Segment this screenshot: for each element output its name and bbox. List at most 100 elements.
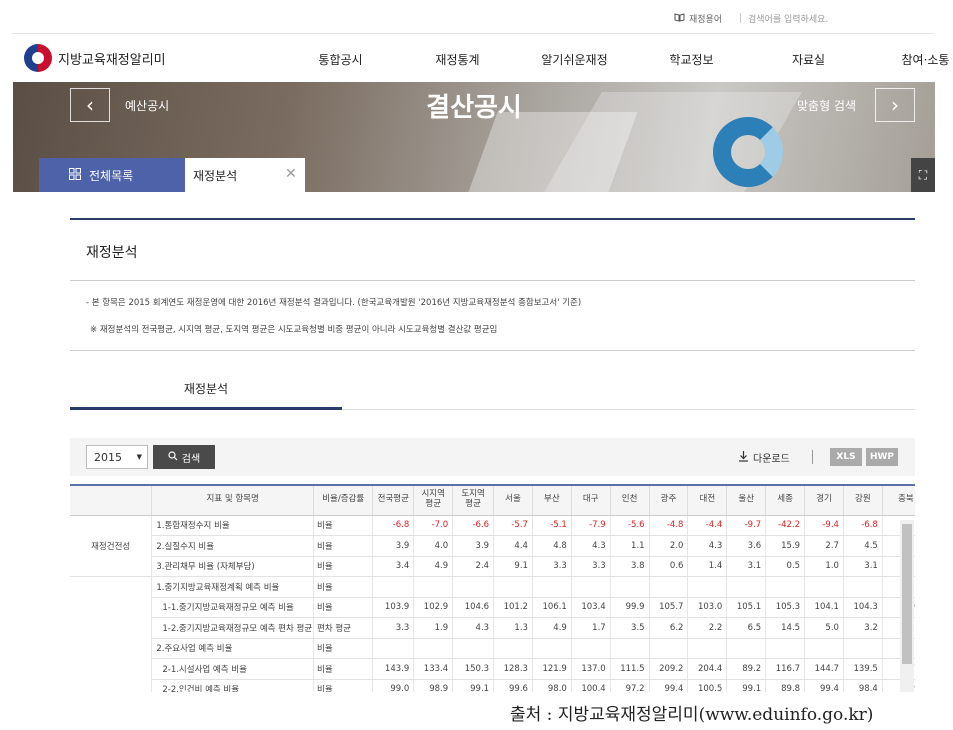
value-cell: -6.8 [843, 515, 883, 536]
value-cell [413, 638, 454, 659]
value-cell [649, 638, 689, 659]
value-cell: 99.6 [493, 679, 533, 692]
scrollbar-thumb[interactable] [902, 524, 912, 664]
menu-item-statistics[interactable]: 재정통계 [399, 51, 516, 68]
banner-decoration [468, 112, 638, 192]
value-cell: 4.3 [571, 535, 611, 557]
hero-banner: ‹ 예산공시 결산공시 맞춤형 검색 › 전체목록 재정분석 ✕ ⛶ [13, 82, 935, 192]
value-cell: 1.4 [687, 556, 728, 577]
value-cell [804, 638, 844, 659]
menu-item-school-info[interactable]: 학교정보 [633, 51, 750, 68]
value-cell: 14.5 [765, 617, 806, 639]
value-cell [571, 638, 611, 659]
value-cell: 3.2 [843, 617, 883, 639]
value-cell [687, 638, 728, 659]
value-cell: 106.1 [532, 597, 572, 618]
all-menu-tab[interactable]: 전체목록 [39, 158, 185, 192]
table-header-row: 지표 및 항목명 비율/증감률 전국평균 시지역 평균 도지역 평균 서울 부산 대구 인천 광주… [70, 486, 915, 516]
section-title: 재정분석 [86, 245, 138, 261]
unit-cell: 비율 [313, 576, 374, 598]
next-page-label[interactable]: 맞춤형 검색 [797, 97, 856, 114]
dictionary-link[interactable]: 재정용어 [674, 12, 722, 25]
value-cell: 2.7 [804, 535, 844, 557]
unit-cell: 비율 [313, 679, 374, 692]
value-cell: 105.7 [649, 597, 689, 618]
table-toolbar: 2015 ▼ 검색 다운로드 XLS HWP [70, 438, 915, 476]
value-cell: 3.1 [843, 556, 883, 577]
value-cell: 99.0 [372, 679, 415, 692]
table-row: 1.중기지방교육재정계획 예측 비율 비율 [70, 576, 915, 692]
value-cell: 4.8 [532, 535, 572, 557]
download-button[interactable]: 다운로드 [738, 450, 790, 465]
close-icon[interactable]: ✕ [285, 166, 297, 182]
book-icon [674, 12, 685, 25]
column-header: 세종 [765, 486, 806, 516]
menu-item-participation[interactable]: 참여·소통 [867, 51, 953, 68]
site-logo[interactable]: 지방교육재정알리미 [24, 44, 166, 72]
value-cell [372, 576, 415, 598]
notice-text: ※ 재정분석의 전국평균, 시지역 평균, 도지역 평균은 시도교육청별 비중 … [90, 325, 498, 335]
main-menu: 통합공시 재정통계 알기쉬운재정 학교정보 자료실 참여·소통 [282, 51, 953, 68]
chevron-right-icon: › [891, 93, 899, 117]
value-cell: -5.7 [493, 515, 533, 536]
unit-cell: 비율 [313, 535, 374, 557]
xls-button[interactable]: XLS [830, 448, 862, 466]
value-cell: 3.5 [610, 617, 650, 639]
item-label: 2.주요사업 예측 비율 [151, 638, 314, 659]
value-cell: 4.5 [843, 535, 883, 557]
menu-item-easy-finance[interactable]: 알기쉬운재정 [516, 51, 633, 68]
value-cell: 1.9 [413, 617, 454, 639]
value-cell: 99.1 [452, 679, 495, 692]
value-cell [765, 576, 806, 598]
value-cell: 99.4 [649, 679, 689, 692]
next-arrow-button[interactable]: › [875, 88, 915, 122]
value-cell: -5.6 [610, 515, 650, 536]
value-cell: 99.4 [804, 679, 844, 692]
value-cell [532, 576, 572, 598]
donut-chart-decoration [713, 117, 783, 187]
vertical-scrollbar[interactable] [900, 520, 914, 692]
value-cell [413, 576, 454, 598]
hwp-button[interactable]: HWP [866, 448, 898, 466]
item-label: 1.중기지방교육재정계획 예측 비율 [151, 576, 314, 598]
value-cell: 101.2 [493, 597, 533, 618]
value-cell: 98.4 [843, 679, 883, 692]
value-cell: 1.7 [571, 617, 611, 639]
value-cell: 139.5 [843, 658, 883, 680]
tab-financial-analysis[interactable]: 재정분석 [70, 378, 342, 410]
item-label: 1-1.중기지방교육재정규모 예측 비율 [151, 597, 314, 618]
item-label: 2-1.시설사업 예측 비율 [151, 658, 314, 680]
column-header: 경기 [804, 486, 844, 516]
source-caption: 출처 : 지방교육재정알리미(www.eduinfo.go.kr) [510, 705, 874, 725]
data-table-container: 지표 및 항목명 비율/증감률 전국평균 시지역 평균 도지역 평균 서울 부산 대구 인천 광주… [70, 484, 915, 692]
value-cell: 98.0 [532, 679, 572, 692]
header-search-input[interactable]: 검색어를 입력하세요. [748, 12, 828, 25]
unit-cell: 편차 평균 [313, 617, 374, 639]
category-cell [70, 576, 153, 692]
column-header [70, 486, 153, 516]
value-cell: 104.1 [804, 597, 844, 618]
value-cell: 128.3 [493, 658, 533, 680]
value-cell: 6.2 [649, 617, 689, 639]
download-icon [738, 450, 749, 465]
menu-item-integrated[interactable]: 통합공시 [282, 51, 399, 68]
column-header: 대구 [571, 486, 611, 516]
search-button[interactable]: 검색 [153, 445, 215, 469]
value-cell [571, 576, 611, 598]
year-select[interactable]: 2015 ▼ [86, 445, 148, 469]
value-cell: 103.0 [687, 597, 728, 618]
fullscreen-button[interactable]: ⛶ [911, 158, 935, 192]
value-cell: 3.9 [452, 535, 495, 557]
value-cell: 133.4 [413, 658, 454, 680]
value-cell: 111.5 [610, 658, 650, 680]
utility-divider [740, 13, 741, 23]
tab-underline [342, 409, 915, 410]
fullscreen-icon: ⛶ [918, 167, 928, 182]
column-header: 도지역 평균 [452, 486, 495, 516]
search-icon [168, 450, 178, 464]
value-cell: 5.0 [804, 617, 844, 639]
value-cell [493, 576, 533, 598]
value-cell: -9.4 [804, 515, 844, 536]
menu-item-resources[interactable]: 자료실 [750, 51, 867, 68]
value-cell: 144.7 [804, 658, 844, 680]
